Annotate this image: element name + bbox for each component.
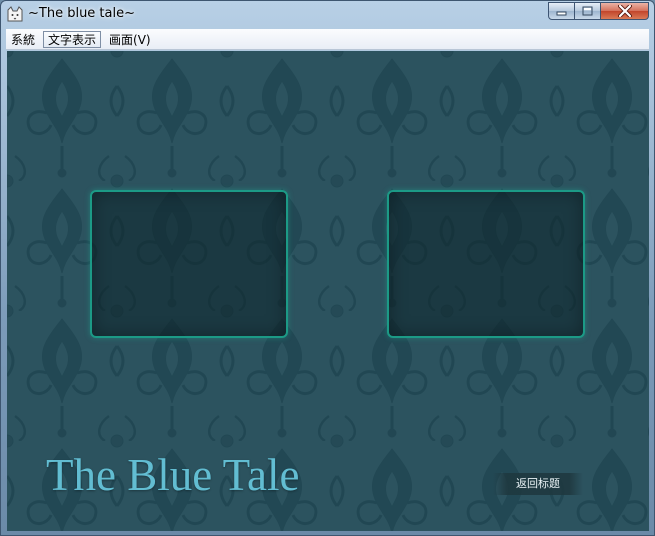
menu-text-display[interactable]: 文字表示 xyxy=(43,30,102,48)
menu-screen[interactable]: 画面(V) xyxy=(104,31,156,48)
minimize-button[interactable] xyxy=(548,2,575,20)
menu-system[interactable]: 系統 xyxy=(6,31,40,48)
save-slot-left[interactable] xyxy=(90,190,288,338)
minimize-icon xyxy=(556,11,567,15)
return-to-title-button[interactable]: 返回标题 xyxy=(493,473,583,495)
game-title: The Blue Tale xyxy=(46,450,300,500)
save-slot-right[interactable] xyxy=(387,190,585,338)
maximize-icon xyxy=(582,6,593,16)
app-window: ~The blue tale~ 系統 文字表示 画面(V) The Blue T… xyxy=(0,0,655,536)
close-icon xyxy=(617,5,632,17)
game-screen: The Blue Tale 返回标题 xyxy=(7,51,649,531)
title-bar[interactable]: ~The blue tale~ xyxy=(1,1,654,27)
cat-icon xyxy=(7,6,23,22)
close-button[interactable] xyxy=(600,2,649,20)
window-title: ~The blue tale~ xyxy=(28,6,136,21)
maximize-button[interactable] xyxy=(574,2,601,20)
menu-bar: 系統 文字表示 画面(V) xyxy=(6,29,649,50)
